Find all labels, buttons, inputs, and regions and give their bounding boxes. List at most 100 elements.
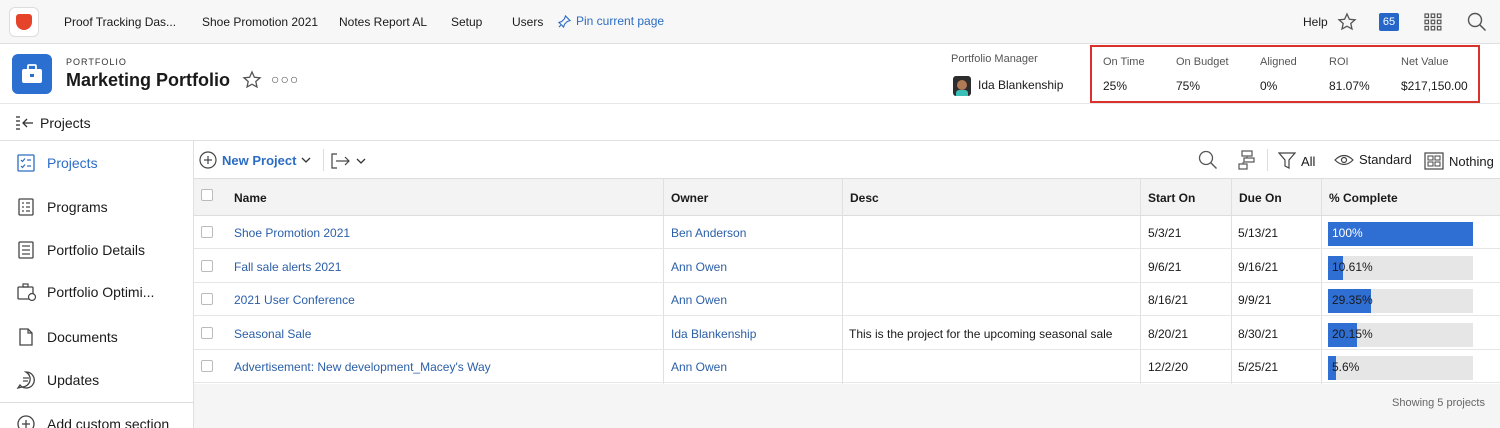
sidebar-item-projects[interactable]: Projects xyxy=(0,143,194,183)
toolbar-divider xyxy=(323,149,324,171)
sidebar-item-portfolio-details[interactable]: Portfolio Details xyxy=(0,230,194,270)
sidebar-item-programs[interactable]: Programs xyxy=(0,187,194,227)
metric-label-on-budget: On Budget xyxy=(1176,56,1229,68)
nav-item-shoe-promotion[interactable]: Shoe Promotion 2021 xyxy=(202,15,318,29)
due-date-cell: 5/13/21 xyxy=(1238,226,1279,240)
column-header-owner[interactable]: Owner xyxy=(671,191,708,205)
project-name-link[interactable]: 2021 User Conference xyxy=(234,293,355,307)
owner-link[interactable]: Ann Owen xyxy=(671,293,727,307)
column-header-desc[interactable]: Desc xyxy=(850,191,879,205)
sidebar-item-add-custom-section[interactable]: Add custom section xyxy=(0,404,194,428)
sidebar-item-documents[interactable]: Documents xyxy=(0,317,194,357)
section-header: Projects xyxy=(0,104,1500,141)
group-label: Nothing xyxy=(1449,153,1494,169)
nav-item-proof-tracking[interactable]: Proof Tracking Das... xyxy=(64,15,176,29)
sidebar-item-label: Projects xyxy=(47,155,98,171)
sidebar-divider xyxy=(0,402,194,403)
portfolio-kicker: PORTFOLIO xyxy=(66,57,127,67)
table-row[interactable]: Advertisement: New development_Macey's W… xyxy=(194,350,1500,384)
view-button[interactable]: Standard xyxy=(1334,152,1412,167)
column-header-name[interactable]: Name xyxy=(234,191,267,205)
description-cell: This is the project for the upcoming sea… xyxy=(849,326,1113,341)
project-name-link[interactable]: Advertisement: New development_Macey's W… xyxy=(234,360,491,374)
start-date-cell: 9/6/21 xyxy=(1148,259,1182,274)
table-row[interactable]: Shoe Promotion 2021 Ben Anderson 5/3/21 5/1… xyxy=(194,216,1500,249)
progress-label: 20.15% xyxy=(1332,326,1373,341)
project-name-link[interactable]: Shoe Promotion 2021 xyxy=(234,226,350,240)
updates-icon xyxy=(16,370,36,390)
row-checkbox[interactable] xyxy=(201,326,213,339)
pin-icon xyxy=(558,14,571,28)
pin-current-page-button[interactable]: Pin current page xyxy=(558,14,664,28)
table-footer: Showing 5 projects xyxy=(194,384,1500,428)
move-menu-button[interactable] xyxy=(331,152,366,170)
nav-item-users[interactable]: Users xyxy=(512,15,543,29)
metric-value-roi: 81.07% xyxy=(1329,79,1370,93)
filter-label: All xyxy=(1301,153,1316,169)
sidebar-item-label: Portfolio Details xyxy=(47,242,146,258)
view-label: Standard xyxy=(1359,152,1412,167)
chevron-down-icon xyxy=(301,157,311,163)
due-date-cell: 5/25/21 xyxy=(1238,360,1279,375)
metric-value-aligned: 0% xyxy=(1260,79,1278,93)
more-options-icon[interactable]: ○○○ xyxy=(271,71,299,87)
metric-label-aligned: Aligned xyxy=(1260,56,1297,68)
group-grid-icon xyxy=(1424,152,1444,170)
progress-label: 10.61% xyxy=(1332,259,1373,274)
sidebar-item-portfolio-optimizer[interactable]: Portfolio Optimi... xyxy=(0,272,194,312)
metric-value-net-value: $217,150.00 xyxy=(1401,79,1468,93)
row-checkbox[interactable] xyxy=(201,226,213,238)
owner-link[interactable]: Ben Anderson xyxy=(671,226,746,240)
table-row[interactable]: Seasonal Sale Ida Blankenship This is the … xyxy=(194,317,1500,350)
search-icon[interactable] xyxy=(1466,11,1488,33)
column-header-percent-complete[interactable]: % Complete xyxy=(1329,191,1398,205)
table-toolbar: New Project All Standard Nothing xyxy=(194,141,1500,178)
select-all-checkbox[interactable] xyxy=(201,189,213,201)
page-title: Marketing Portfolio xyxy=(66,70,231,90)
portfolio-manager-name[interactable]: Ida Blankenship xyxy=(978,78,1063,92)
table-row[interactable]: 2021 User Conference Ann Owen 8/16/21 9/9/2… xyxy=(194,283,1500,317)
favorite-portfolio-star-icon[interactable] xyxy=(242,70,262,95)
move-to-icon xyxy=(331,153,350,169)
metric-label-roi: ROI xyxy=(1329,56,1349,68)
portfolio-metrics-panel: On Time 25% On Budget 75% Aligned 0% ROI… xyxy=(1090,45,1480,103)
row-checkbox[interactable] xyxy=(201,360,213,373)
owner-link[interactable]: Ann Owen xyxy=(671,360,727,374)
help-link[interactable]: Help xyxy=(1303,15,1328,29)
details-icon xyxy=(16,240,36,260)
avatar xyxy=(953,76,971,96)
column-header-start-on[interactable]: Start On xyxy=(1148,191,1195,205)
table-row[interactable]: Fall sale alerts 2021 Ann Owen 9/6/21 9/16/… xyxy=(194,250,1500,283)
table-header: Name Owner Desc Start On Due On % Comple… xyxy=(194,178,1500,216)
row-checkbox[interactable] xyxy=(201,259,213,272)
row-count-label: Showing 5 projects xyxy=(1392,397,1485,409)
toolbar-divider xyxy=(1267,149,1268,171)
owner-link[interactable]: Ann Owen xyxy=(671,260,727,274)
filter-button[interactable]: All xyxy=(1278,152,1315,170)
column-header-due-on[interactable]: Due On xyxy=(1239,191,1282,205)
app-logo-icon[interactable] xyxy=(9,7,39,37)
metric-label-on-time: On Time xyxy=(1103,56,1145,68)
group-button[interactable]: Nothing xyxy=(1424,152,1494,170)
metric-value-on-time: 25% xyxy=(1103,79,1128,93)
project-name-link[interactable]: Seasonal Sale xyxy=(234,327,311,341)
filter-icon xyxy=(1278,152,1296,169)
favorite-star-icon[interactable] xyxy=(1336,11,1358,33)
notification-badge[interactable]: 65 xyxy=(1379,13,1399,31)
metric-label-net-value: Net Value xyxy=(1401,56,1449,68)
sidebar-item-label: Programs xyxy=(47,199,108,215)
nav-item-setup[interactable]: Setup xyxy=(451,15,482,29)
project-name-link[interactable]: Fall sale alerts 2021 xyxy=(234,260,341,274)
nav-item-notes-report[interactable]: Notes Report AL xyxy=(339,15,427,29)
start-date-cell: 8/16/21 xyxy=(1148,293,1189,308)
row-checkbox[interactable] xyxy=(201,293,213,306)
sidebar-item-updates[interactable]: Updates xyxy=(0,360,194,400)
add-circle-icon xyxy=(199,151,217,169)
new-project-button[interactable]: New Project xyxy=(199,151,311,169)
table-search-icon[interactable] xyxy=(1198,150,1218,170)
collapse-panel-icon[interactable] xyxy=(15,114,35,137)
apps-grid-icon[interactable] xyxy=(1422,11,1444,33)
sidebar-item-label: Updates xyxy=(47,372,100,388)
hierarchy-icon[interactable] xyxy=(1238,150,1256,170)
owner-link[interactable]: Ida Blankenship xyxy=(671,327,756,341)
